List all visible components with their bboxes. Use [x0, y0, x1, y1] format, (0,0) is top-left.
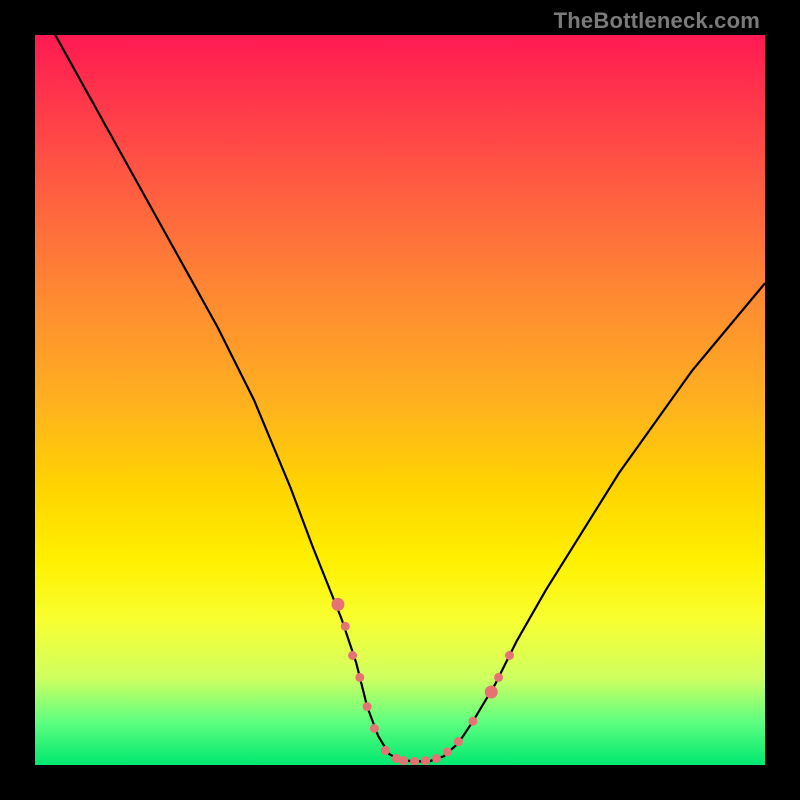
marker-dot — [355, 673, 364, 682]
marker-dot — [494, 673, 503, 682]
watermark-label: TheBottleneck.com — [554, 8, 760, 34]
curve-path — [35, 35, 765, 761]
curve-svg — [35, 35, 765, 765]
marker-dot — [331, 598, 344, 611]
marker-dot — [399, 756, 408, 765]
marker-dot — [410, 757, 419, 765]
marker-dot — [485, 686, 498, 699]
bottleneck-curve — [35, 35, 765, 761]
chart-frame: TheBottleneck.com — [0, 0, 800, 800]
marker-dot — [469, 717, 478, 726]
marker-dot — [363, 702, 372, 711]
marker-dot — [454, 737, 463, 746]
marker-dot — [443, 747, 452, 756]
marker-dot — [432, 754, 441, 763]
marker-dot — [348, 651, 357, 660]
marker-group — [331, 598, 514, 765]
marker-dot — [381, 746, 390, 755]
gradient-plot-area — [35, 35, 765, 765]
marker-dot — [370, 724, 379, 733]
marker-dot — [505, 651, 514, 660]
marker-dot — [421, 756, 430, 765]
marker-dot — [341, 622, 350, 631]
